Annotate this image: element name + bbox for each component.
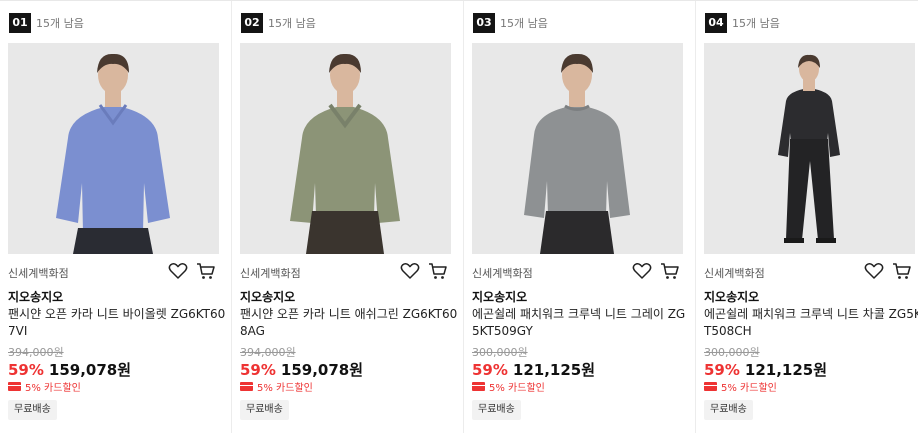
- rank-row: 03 15개 남음: [473, 13, 548, 33]
- product-grid: 01 15개 남음 신세계백화점 지오송지오 팬시얀 오픈 카라 니트 바이올렛…: [0, 0, 918, 433]
- original-price: 394,000원: [240, 346, 296, 359]
- rank-row: 02 15개 남음: [241, 13, 316, 33]
- card-discount-label: 5% 카드할인: [25, 383, 81, 394]
- credit-card-icon: [240, 382, 253, 391]
- card-discount: 5% 카드할인: [240, 379, 313, 394]
- product-image[interactable]: [704, 43, 915, 254]
- discount-rate: 59%: [472, 361, 508, 379]
- price-row: 59% 121,125원: [472, 359, 595, 380]
- shopping-cart-icon[interactable]: [892, 262, 912, 280]
- product-image[interactable]: [240, 43, 451, 254]
- store-name: 신세계백화점: [240, 267, 301, 280]
- sale-price: 159,078원: [48, 361, 132, 379]
- store-row: 신세계백화점: [240, 262, 451, 280]
- heart-icon[interactable]: [632, 262, 652, 280]
- product-card[interactable]: 03 15개 남음 신세계백화점 지오송지오 에곤쉴레 패치워크 크루넥 니트 …: [464, 1, 696, 433]
- card-discount-label: 5% 카드할인: [721, 383, 777, 394]
- product-card[interactable]: 01 15개 남음 신세계백화점 지오송지오 팬시얀 오픈 카라 니트 바이올렛…: [0, 1, 232, 433]
- store-name: 신세계백화점: [472, 267, 533, 280]
- store-row: 신세계백화점: [704, 262, 915, 280]
- store-name: 신세계백화점: [704, 267, 765, 280]
- heart-icon[interactable]: [864, 262, 884, 280]
- rank-row: 04 15개 남음: [705, 13, 780, 33]
- rank-badge: 02: [241, 13, 263, 33]
- brand-name[interactable]: 지오송지오: [8, 288, 63, 305]
- store-row: 신세계백화점: [472, 262, 683, 280]
- rank-badge: 04: [705, 13, 727, 33]
- sale-price: 121,125원: [512, 361, 596, 379]
- product-card[interactable]: 04 15개 남음 신세계백화점 지오송지오 에곤쉴레 패치워크 크루넥 니트 …: [696, 1, 918, 433]
- rank-badge: 01: [9, 13, 31, 33]
- credit-card-icon: [8, 382, 21, 391]
- price-row: 59% 121,125원: [704, 359, 827, 380]
- free-shipping-badge: 무료배송: [8, 400, 57, 420]
- sale-price: 121,125원: [744, 361, 828, 379]
- sale-price: 159,078원: [280, 361, 364, 379]
- shopping-cart-icon[interactable]: [196, 262, 216, 280]
- free-shipping-badge: 무료배송: [704, 400, 753, 420]
- product-image[interactable]: [472, 43, 683, 254]
- discount-rate: 59%: [704, 361, 740, 379]
- rank-row: 01 15개 남음: [9, 13, 84, 33]
- credit-card-icon: [472, 382, 485, 391]
- discount-rate: 59%: [8, 361, 44, 379]
- brand-name[interactable]: 지오송지오: [704, 288, 759, 305]
- shopping-cart-icon[interactable]: [660, 262, 680, 280]
- card-discount: 5% 카드할인: [704, 379, 777, 394]
- discount-rate: 59%: [240, 361, 276, 379]
- product-name[interactable]: 에곤쉴레 패치워크 크루넥 니트 그레이 ZG5KT509GY: [472, 306, 692, 340]
- free-shipping-badge: 무료배송: [472, 400, 521, 420]
- brand-name[interactable]: 지오송지오: [472, 288, 527, 305]
- product-image[interactable]: [8, 43, 219, 254]
- card-discount-label: 5% 카드할인: [257, 383, 313, 394]
- store-name: 신세계백화점: [8, 267, 69, 280]
- store-row: 신세계백화점: [8, 262, 219, 280]
- shopping-cart-icon[interactable]: [428, 262, 448, 280]
- stock-remaining: 15개 남음: [500, 17, 548, 30]
- card-discount: 5% 카드할인: [8, 379, 81, 394]
- price-row: 59% 159,078원: [240, 359, 363, 380]
- rank-badge: 03: [473, 13, 495, 33]
- original-price: 394,000원: [8, 346, 64, 359]
- price-row: 59% 159,078원: [8, 359, 131, 380]
- stock-remaining: 15개 남음: [36, 17, 84, 30]
- card-discount: 5% 카드할인: [472, 379, 545, 394]
- stock-remaining: 15개 남음: [732, 17, 780, 30]
- heart-icon[interactable]: [168, 262, 188, 280]
- card-discount-label: 5% 카드할인: [489, 383, 545, 394]
- original-price: 300,000원: [704, 346, 760, 359]
- product-card[interactable]: 02 15개 남음 신세계백화점 지오송지오 팬시얀 오픈 카라 니트 애쉬그린…: [232, 1, 464, 433]
- credit-card-icon: [704, 382, 717, 391]
- stock-remaining: 15개 남음: [268, 17, 316, 30]
- brand-name[interactable]: 지오송지오: [240, 288, 295, 305]
- heart-icon[interactable]: [400, 262, 420, 280]
- free-shipping-badge: 무료배송: [240, 400, 289, 420]
- original-price: 300,000원: [472, 346, 528, 359]
- product-name[interactable]: 에곤쉴레 패치워크 크루넥 니트 차콜 ZG5KT508CH: [704, 306, 918, 340]
- product-name[interactable]: 팬시얀 오픈 카라 니트 바이올렛 ZG6KT607VI: [8, 306, 228, 340]
- product-name[interactable]: 팬시얀 오픈 카라 니트 애쉬그린 ZG6KT608AG: [240, 306, 460, 340]
